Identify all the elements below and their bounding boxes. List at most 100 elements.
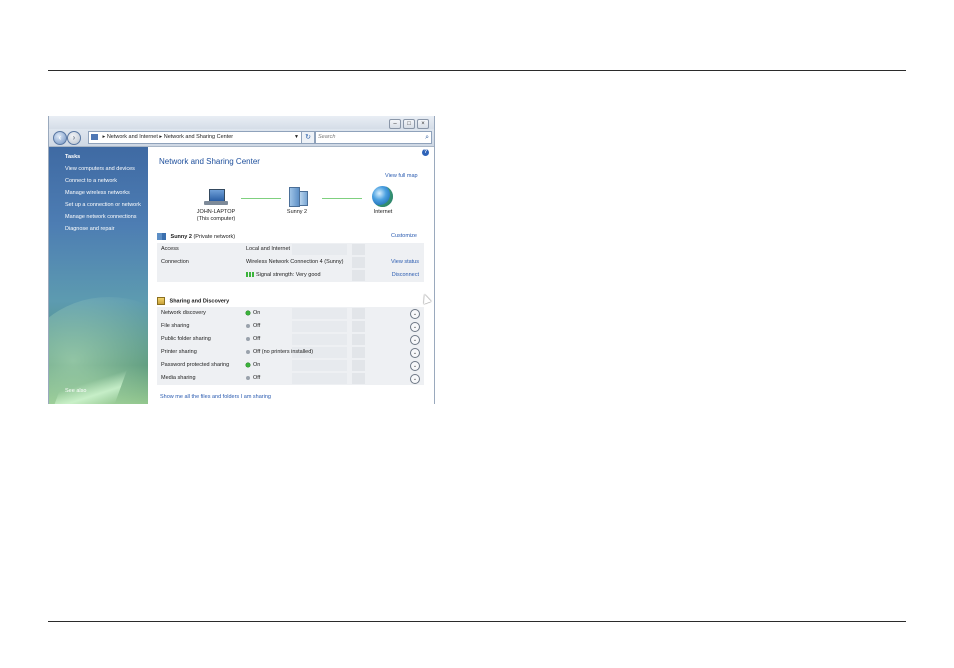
- sharing-state: Off (no printers installed): [246, 349, 313, 355]
- breadcrumb-network-internet[interactable]: Network and Internet: [107, 134, 158, 140]
- table-row: Connection Wireless Network Connection 4…: [157, 256, 424, 269]
- sharing-state: On: [246, 310, 260, 316]
- signal-bars-icon: [246, 272, 254, 278]
- bottom-rule: [48, 621, 906, 622]
- minimize-button[interactable]: –: [389, 119, 401, 129]
- expand-chevron-icon[interactable]: ⌄: [410, 335, 420, 345]
- row-stripe: [352, 347, 365, 358]
- status-dot-icon: [246, 310, 250, 315]
- sharing-label: Media sharing: [161, 375, 196, 381]
- row-stripe: [352, 257, 365, 268]
- sharing-label: Printer sharing: [161, 349, 197, 355]
- row-stripe: [292, 244, 347, 255]
- expand-chevron-icon[interactable]: ⌄: [410, 374, 420, 384]
- forward-arrow-icon[interactable]: ›: [67, 131, 81, 145]
- breadcrumb-sep: ▸: [159, 134, 163, 140]
- row-stripe: [292, 308, 347, 319]
- close-button[interactable]: ×: [417, 119, 429, 129]
- row-label: Access: [161, 246, 179, 252]
- sharing-row: Network discovery On ⌄: [157, 307, 424, 320]
- disconnect-link[interactable]: Disconnect: [392, 272, 419, 278]
- tasks-sidebar: Tasks View computers and devices Connect…: [49, 147, 148, 404]
- table-row: Signal strength: Very good Disconnect: [157, 269, 424, 282]
- row-stripe: [352, 244, 365, 255]
- sidebar-item-diagnose[interactable]: Diagnose and repair: [65, 226, 115, 232]
- sharing-label: File sharing: [161, 323, 190, 329]
- status-dot-icon: [246, 336, 250, 341]
- network-details-table: Access Local and Internet Connection Wir…: [157, 243, 424, 282]
- laptop-base: [204, 201, 228, 205]
- sharing-label: Public folder sharing: [161, 336, 211, 342]
- sharing-state: On: [246, 362, 260, 368]
- title-bar: – □ ×: [49, 116, 434, 129]
- signal-strength: Signal strength: Very good: [246, 272, 321, 278]
- back-arrow-icon[interactable]: ‹: [53, 131, 67, 145]
- row-stripe: [352, 321, 365, 332]
- sharing-state-text: On: [253, 310, 261, 316]
- mouse-cursor-icon: [420, 292, 432, 305]
- internet-label: Internet: [373, 209, 393, 215]
- status-dot-icon: [246, 375, 250, 380]
- sharing-table: Network discovery On ⌄ File sharing Off ⌄ Publ…: [157, 307, 424, 385]
- view-status-link[interactable]: View status: [391, 259, 419, 265]
- sidebar-item-view-computers[interactable]: View computers and devices: [65, 166, 135, 172]
- sharing-row: Public folder sharing Off ⌄: [157, 333, 424, 346]
- signal-strength-text: Signal strength: Very good: [256, 272, 321, 278]
- computer-sub-label: (This computer): [196, 216, 236, 222]
- sharing-icon: [157, 297, 165, 305]
- row-stripe: [352, 334, 365, 345]
- row-stripe: [292, 321, 347, 332]
- view-full-map-link[interactable]: View full map: [385, 173, 418, 179]
- maximize-button[interactable]: □: [403, 119, 415, 129]
- sharing-state: Off: [246, 336, 260, 342]
- status-dot-icon: [246, 323, 250, 328]
- row-stripe: [352, 360, 365, 371]
- sharing-state-text: Off: [253, 375, 261, 381]
- network-icon-part: [299, 191, 308, 206]
- row-stripe: [292, 373, 347, 384]
- network-type: (Private network): [193, 233, 236, 240]
- show-sharing-link[interactable]: Show me all the files and folders I am s…: [160, 394, 271, 400]
- sidebar-item-setup-connection[interactable]: Set up a connection or network: [65, 202, 141, 208]
- status-dot-icon: [246, 349, 250, 354]
- main-content: ? Network and Sharing Center View full m…: [148, 147, 434, 404]
- network-sharing-window: – □ × ‹ › ▸ Network and Internet ▸ Netwo…: [48, 116, 435, 404]
- address-bar[interactable]: ▸ Network and Internet ▸ Network and Sha…: [88, 131, 302, 144]
- connection-line-computer-network: [241, 198, 281, 199]
- status-dot-icon: [246, 362, 250, 367]
- expand-chevron-icon[interactable]: ⌄: [410, 361, 420, 371]
- sidebar-title: Tasks: [65, 154, 81, 160]
- internet-globe-icon[interactable]: [372, 186, 393, 207]
- row-stripe: [352, 308, 365, 319]
- sharing-row: File sharing Off ⌄: [157, 320, 424, 333]
- sharing-row: Printer sharing Off (no printers installe…: [157, 346, 424, 359]
- search-input[interactable]: Search ⌕: [315, 131, 432, 144]
- network-name-bold: Sunny 2: [170, 233, 192, 240]
- sidebar-item-connect-network[interactable]: Connect to a network: [65, 178, 117, 184]
- breadcrumb-sep-0: ▸: [102, 134, 106, 140]
- sidebar-item-manage-connections[interactable]: Manage network connections: [65, 214, 137, 220]
- sidebar-item-manage-wireless[interactable]: Manage wireless networks: [65, 190, 130, 196]
- refresh-icon[interactable]: ↻: [301, 131, 315, 144]
- expand-chevron-icon[interactable]: ⌄: [410, 309, 420, 319]
- network-section-header: Sunny 2 (Private network): [157, 233, 235, 240]
- row-stripe: [292, 334, 347, 345]
- sharing-section-header: Sharing and Discovery: [157, 297, 229, 305]
- expand-chevron-icon[interactable]: ⌄: [410, 348, 420, 358]
- computer-name: JOHN-LAPTOP: [196, 209, 236, 215]
- sharing-row: Media sharing Off ⌄: [157, 372, 424, 385]
- help-icon[interactable]: ?: [422, 149, 429, 156]
- search-icon[interactable]: ⌕: [425, 132, 429, 143]
- address-toolbar: ‹ › ▸ Network and Internet ▸ Network and…: [49, 129, 434, 147]
- customize-link[interactable]: Customize: [391, 233, 417, 239]
- network-icon: [157, 233, 166, 240]
- breadcrumb-sharing-center[interactable]: Network and Sharing Center: [164, 134, 233, 140]
- expand-chevron-icon[interactable]: ⌄: [410, 322, 420, 332]
- sharing-state: Off: [246, 323, 260, 329]
- row-stripe: [292, 360, 347, 371]
- chevron-down-icon[interactable]: ▼: [294, 132, 299, 143]
- sharing-row: Password protected sharing On ⌄: [157, 359, 424, 372]
- row-stripe: [352, 373, 365, 384]
- sharing-state: Off: [246, 375, 260, 381]
- connection-line-network-internet: [322, 198, 362, 199]
